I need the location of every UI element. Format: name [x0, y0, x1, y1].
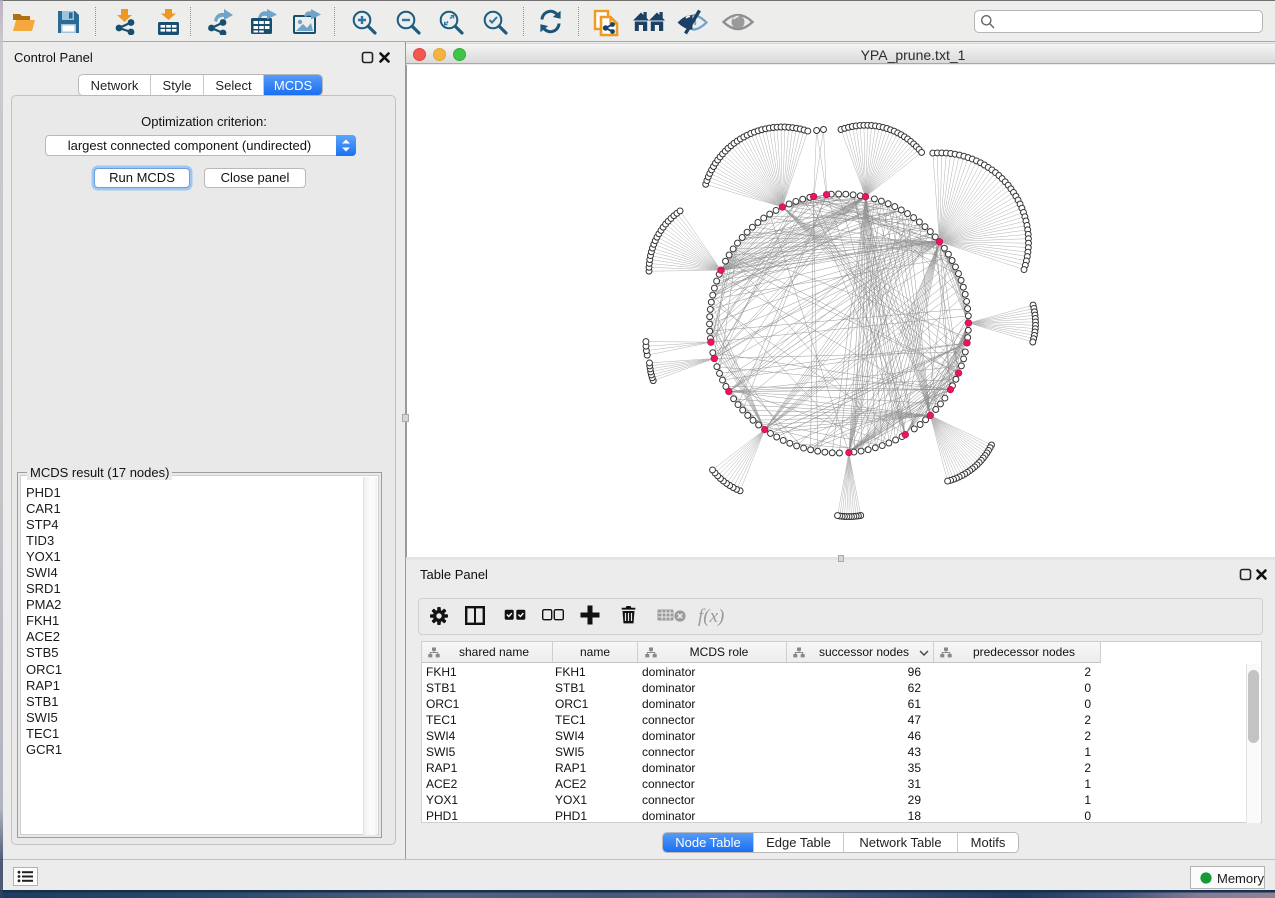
svg-text:f(x): f(x)	[698, 606, 724, 627]
